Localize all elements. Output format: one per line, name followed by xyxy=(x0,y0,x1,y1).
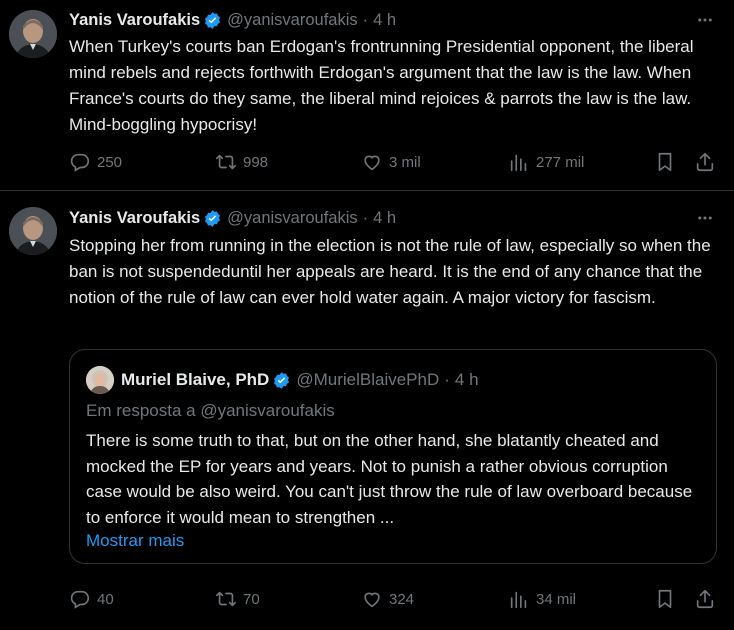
more-options-icon[interactable] xyxy=(694,207,716,229)
repost-icon xyxy=(216,591,236,607)
verified-badge-icon xyxy=(203,209,222,228)
like-count: 3 mil xyxy=(389,153,421,171)
reply-button[interactable]: 40 xyxy=(69,586,114,612)
bookmark-button[interactable] xyxy=(654,149,676,175)
tweet[interactable]: Yanis Varoufakis @yanisvaroufakis · 4 h … xyxy=(0,0,734,191)
tweet-header: Yanis Varoufakis @yanisvaroufakis · 4 h xyxy=(69,9,396,31)
quoted-header: Muriel Blaive, PhD @MurielBlaivePhD · 4 … xyxy=(121,369,479,391)
author-name[interactable]: Yanis Varoufakis xyxy=(69,209,200,228)
repost-icon xyxy=(216,154,236,170)
avatar[interactable] xyxy=(9,207,57,255)
quoted-tweet[interactable]: Muriel Blaive, PhD @MurielBlaivePhD · 4 … xyxy=(69,349,717,564)
like-button[interactable]: 324 xyxy=(361,586,414,612)
repost-button[interactable]: 998 xyxy=(215,149,268,175)
bookmark-icon xyxy=(658,589,672,609)
more-options-icon[interactable] xyxy=(694,9,716,31)
share-icon xyxy=(696,152,714,172)
tweet-text: Stopping her from running in the electio… xyxy=(69,236,711,307)
timestamp[interactable]: 4 h xyxy=(373,11,396,30)
views-button[interactable]: 277 mil xyxy=(508,149,584,175)
quoted-timestamp: 4 h xyxy=(454,370,479,389)
views-button[interactable]: 34 mil xyxy=(508,586,576,612)
tweet-header: Yanis Varoufakis @yanisvaroufakis · 4 h xyxy=(69,207,396,229)
timestamp[interactable]: 4 h xyxy=(373,209,396,228)
repost-count: 70 xyxy=(243,590,260,608)
views-icon xyxy=(510,591,527,609)
views-icon xyxy=(510,154,527,172)
tweet-actions: 40 70 324 34 mil xyxy=(69,586,719,612)
bookmark-button[interactable] xyxy=(654,586,676,612)
quoted-avatar[interactable] xyxy=(86,366,114,394)
quoted-author-handle[interactable]: @MurielBlaivePhD xyxy=(296,370,439,390)
reply-icon xyxy=(70,153,90,172)
tweet-text: When Turkey's courts ban Erdogan's front… xyxy=(69,37,694,134)
quoted-text: There is some truth to that, but on the … xyxy=(86,431,693,527)
repost-count: 998 xyxy=(243,153,269,171)
like-button[interactable]: 3 mil xyxy=(361,149,421,175)
like-count: 324 xyxy=(389,590,415,608)
verified-badge-icon xyxy=(203,11,222,30)
share-button[interactable] xyxy=(694,586,716,612)
avatar[interactable] xyxy=(9,10,57,58)
share-icon xyxy=(696,589,714,609)
reply-count: 250 xyxy=(97,153,123,171)
reply-icon xyxy=(70,590,90,609)
separator-dot: · xyxy=(362,208,369,227)
reply-count: 40 xyxy=(97,590,114,608)
reply-context: Em resposta a @yanisvaroufakis xyxy=(86,401,335,420)
views-count: 277 mil xyxy=(536,153,585,171)
separator-dot: · xyxy=(362,10,369,29)
author-handle[interactable]: @yanisvaroufakis xyxy=(227,11,357,30)
reply-button[interactable]: 250 xyxy=(69,149,122,175)
author-handle[interactable]: @yanisvaroufakis xyxy=(227,209,357,228)
show-more-link[interactable]: Mostrar mais xyxy=(86,531,184,551)
heart-icon xyxy=(364,155,380,171)
share-button[interactable] xyxy=(694,149,716,175)
heart-icon xyxy=(364,592,380,608)
author-name[interactable]: Yanis Varoufakis xyxy=(69,11,200,30)
repost-button[interactable]: 70 xyxy=(215,586,260,612)
quoted-author-name[interactable]: Muriel Blaive, PhD xyxy=(121,370,269,390)
separator-dot: · xyxy=(444,370,450,389)
tweet[interactable]: Yanis Varoufakis @yanisvaroufakis · 4 h … xyxy=(0,192,734,630)
tweet-actions: 250 998 3 mil 277 mil xyxy=(69,149,719,175)
verified-badge-icon xyxy=(272,371,291,390)
bookmark-icon xyxy=(658,152,672,172)
views-count: 34 mil xyxy=(536,590,577,608)
